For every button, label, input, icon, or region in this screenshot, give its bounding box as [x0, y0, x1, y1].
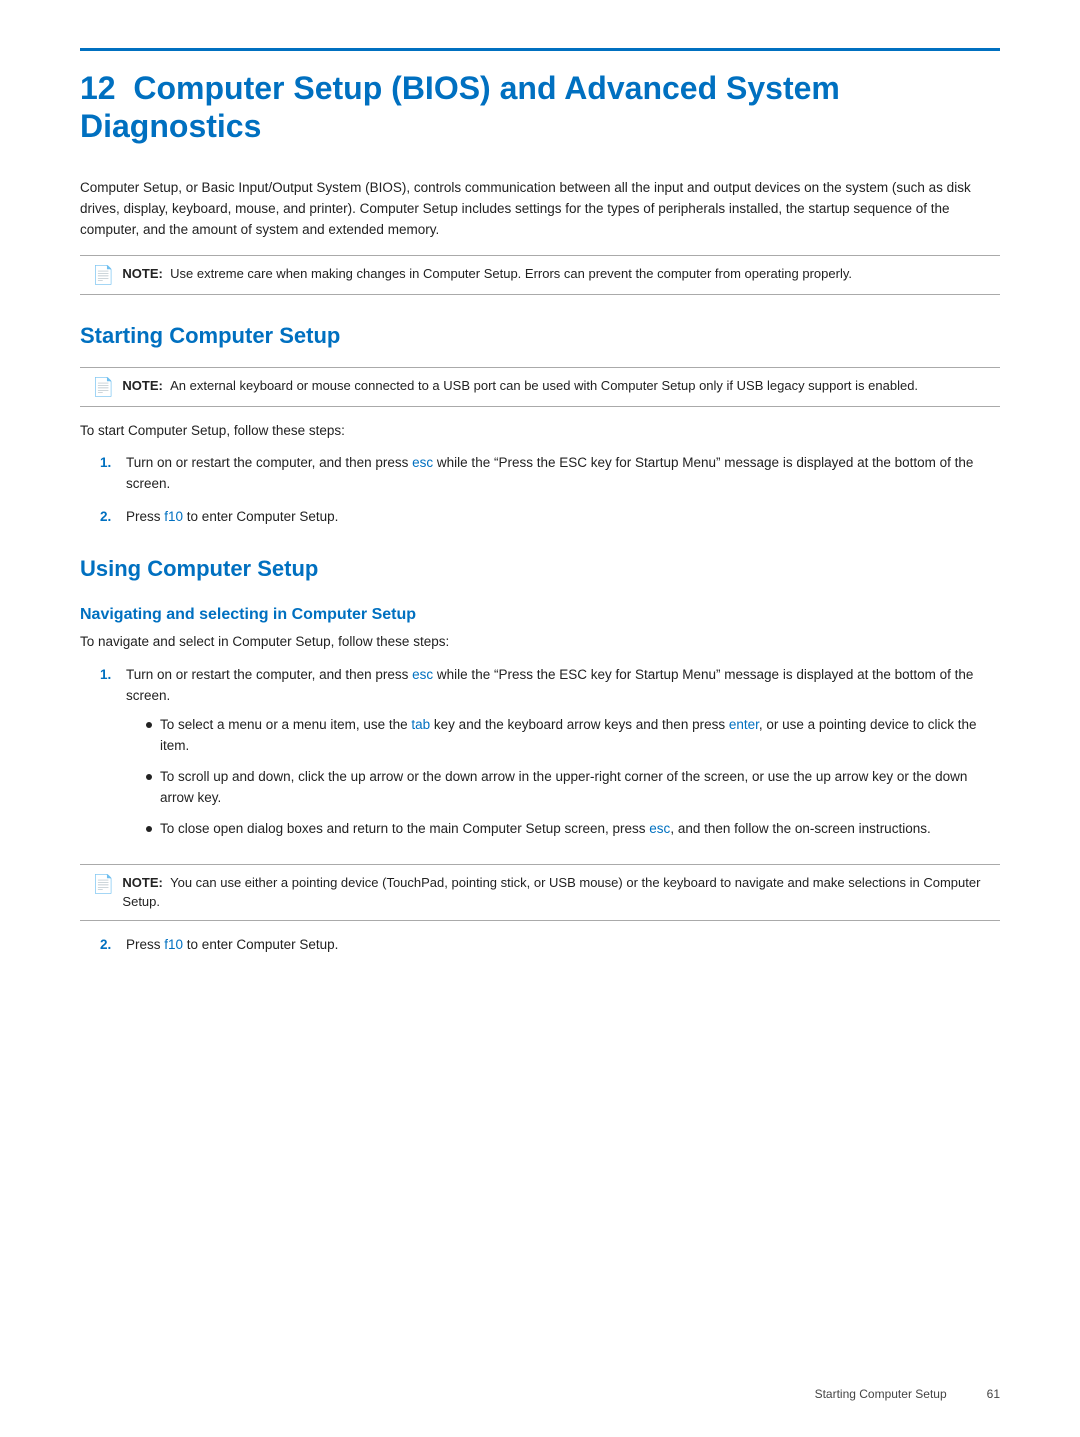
nav-bullet-list: To select a menu or a menu item, use the… — [146, 715, 1000, 840]
step-number-2: 2. — [100, 507, 118, 528]
starting-note: 📄 NOTE: An external keyboard or mouse co… — [80, 367, 1000, 407]
footer-page-number: 61 — [987, 1387, 1000, 1401]
starting-step-1: 1. Turn on or restart the computer, and … — [100, 453, 1000, 495]
bullet-dot-3 — [146, 826, 152, 832]
note-icon-navigating: 📄 — [92, 874, 114, 895]
top-rule — [80, 48, 1000, 51]
starting-step-2: 2. Press f10 to enter Computer Setup. — [100, 507, 1000, 528]
intro-note: 📄 NOTE: Use extreme care when making cha… — [80, 255, 1000, 295]
nav-bullet-1: To select a menu or a menu item, use the… — [146, 715, 1000, 757]
bullet-dot-1 — [146, 722, 152, 728]
nav-step-number-2: 2. — [100, 935, 118, 956]
key-tab: tab — [411, 717, 430, 732]
navigating-intro: To navigate and select in Computer Setup… — [80, 632, 1000, 653]
nav-step-content-1: Turn on or restart the computer, and the… — [126, 665, 1000, 849]
nav-bullet-2: To scroll up and down, click the up arro… — [146, 767, 1000, 809]
nav-bullet-2-text: To scroll up and down, click the up arro… — [160, 767, 1000, 809]
page-footer: Starting Computer Setup 61 — [815, 1387, 1000, 1401]
navigating-step-2: 2. Press f10 to enter Computer Setup. — [100, 935, 1000, 956]
nav-step-number-1: 1. — [100, 665, 118, 686]
key-f10-1: f10 — [164, 509, 183, 524]
key-f10-nav: f10 — [164, 937, 183, 952]
navigating-note: 📄 NOTE: You can use either a pointing de… — [80, 864, 1000, 921]
page-container: 12 Computer Setup (BIOS) and Advanced Sy… — [0, 0, 1080, 1048]
starting-note-text: NOTE: An external keyboard or mouse conn… — [122, 376, 918, 396]
note-icon: 📄 — [92, 265, 114, 286]
intro-paragraph: Computer Setup, or Basic Input/Output Sy… — [80, 178, 1000, 241]
navigating-note-text: NOTE: You can use either a pointing devi… — [122, 873, 988, 912]
navigating-step2-list: 2. Press f10 to enter Computer Setup. — [100, 935, 1000, 956]
starting-intro: To start Computer Setup, follow these st… — [80, 421, 1000, 442]
nav-step-content-2: Press f10 to enter Computer Setup. — [126, 935, 1000, 956]
key-esc-close: esc — [649, 821, 670, 836]
step-content-1: Turn on or restart the computer, and the… — [126, 453, 1000, 495]
nav-bullet-3: To close open dialog boxes and return to… — [146, 819, 1000, 840]
starting-steps-list: 1. Turn on or restart the computer, and … — [100, 453, 1000, 528]
nav-bullet-3-text: To close open dialog boxes and return to… — [160, 819, 931, 840]
key-esc-1: esc — [412, 455, 433, 470]
bullet-dot-2 — [146, 774, 152, 780]
navigating-step-1: 1. Turn on or restart the computer, and … — [100, 665, 1000, 849]
chapter-title: 12 Computer Setup (BIOS) and Advanced Sy… — [80, 69, 1000, 146]
section-using-heading: Using Computer Setup — [80, 556, 1000, 586]
intro-note-text: NOTE: Use extreme care when making chang… — [122, 264, 852, 284]
key-esc-nav: esc — [412, 667, 433, 682]
step-number-1: 1. — [100, 453, 118, 474]
nav-bullet-1-text: To select a menu or a menu item, use the… — [160, 715, 1000, 757]
section-starting-heading: Starting Computer Setup — [80, 323, 1000, 353]
key-enter: enter — [729, 717, 759, 732]
step-content-2: Press f10 to enter Computer Setup. — [126, 507, 1000, 528]
subsection-navigating-heading: Navigating and selecting in Computer Set… — [80, 606, 1000, 624]
navigating-steps-list: 1. Turn on or restart the computer, and … — [100, 665, 1000, 849]
footer-section-label: Starting Computer Setup — [815, 1387, 947, 1401]
note-icon-starting: 📄 — [92, 377, 114, 398]
